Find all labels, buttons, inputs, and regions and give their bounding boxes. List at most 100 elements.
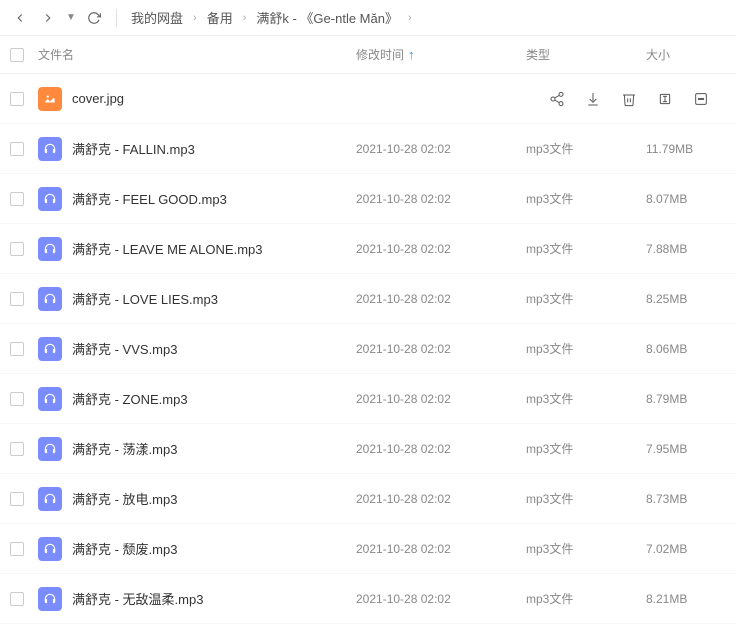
forward-button[interactable] — [36, 6, 60, 30]
file-modified: 2021-10-28 02:02 — [356, 492, 526, 506]
file-row[interactable]: 满舒克 - LOVE LIES.mp3 2021-10-28 02:02 mp3… — [0, 274, 736, 324]
row-checkbox[interactable] — [10, 242, 34, 256]
share-button[interactable] — [548, 90, 566, 108]
rename-button[interactable] — [656, 90, 674, 108]
file-size: 8.06MB — [646, 342, 726, 356]
crumb-folder2[interactable]: 满舒k - 《Ge-ntle Măn》 — [252, 6, 402, 29]
file-name: 满舒克 - LEAVE ME ALONE.mp3 — [72, 239, 262, 258]
download-button[interactable] — [584, 90, 602, 108]
sort-arrow-icon: ↑ — [408, 47, 415, 62]
mp3-file-icon — [38, 387, 62, 411]
file-modified: 2021-10-28 02:02 — [356, 392, 526, 406]
file-name: cover.jpg — [72, 91, 124, 106]
file-type: mp3文件 — [526, 140, 646, 157]
file-row[interactable]: cover.jpg — [0, 74, 736, 124]
column-header-name[interactable]: 文件名 — [34, 46, 356, 63]
mp3-file-icon — [38, 137, 62, 161]
mp3-file-icon — [38, 237, 62, 261]
file-type: mp3文件 — [526, 390, 646, 407]
file-size: 8.79MB — [646, 392, 726, 406]
file-size: 7.95MB — [646, 442, 726, 456]
back-button[interactable] — [8, 6, 32, 30]
column-header-type[interactable]: 类型 — [526, 46, 646, 63]
crumb-root[interactable]: 我的网盘 — [127, 6, 187, 29]
file-modified: 2021-10-28 02:02 — [356, 442, 526, 456]
file-type: mp3文件 — [526, 290, 646, 307]
refresh-button[interactable] — [82, 6, 106, 30]
file-type: mp3文件 — [526, 240, 646, 257]
file-type: mp3文件 — [526, 490, 646, 507]
toolbar: ▼ 我的网盘 › 备用 › 满舒k - 《Ge-ntle Măn》 › — [0, 0, 736, 36]
file-modified: 2021-10-28 02:02 — [356, 342, 526, 356]
column-header-modified-label: 修改时间 — [356, 46, 404, 63]
row-checkbox[interactable] — [10, 392, 34, 406]
file-name: 满舒克 - FEEL GOOD.mp3 — [72, 189, 227, 208]
file-size: 8.21MB — [646, 592, 726, 606]
column-header-size[interactable]: 大小 — [646, 46, 726, 63]
file-name: 满舒克 - 颓废.mp3 — [72, 539, 177, 558]
select-all-checkbox[interactable] — [10, 48, 34, 62]
file-size: 8.25MB — [646, 292, 726, 306]
crumb-folder1[interactable]: 备用 — [203, 6, 237, 29]
file-name: 满舒克 - 放电.mp3 — [72, 489, 177, 508]
row-checkbox[interactable] — [10, 492, 34, 506]
file-modified: 2021-10-28 02:02 — [356, 142, 526, 156]
file-row[interactable]: 满舒克 - FEEL GOOD.mp3 2021-10-28 02:02 mp3… — [0, 174, 736, 224]
chevron-right-icon: › — [241, 12, 249, 24]
file-modified: 2021-10-28 02:02 — [356, 192, 526, 206]
file-size: 8.07MB — [646, 192, 726, 206]
row-checkbox[interactable] — [10, 592, 34, 606]
jpg-file-icon — [38, 87, 62, 111]
chevron-right-icon: › — [191, 12, 199, 24]
row-checkbox[interactable] — [10, 542, 34, 556]
breadcrumb: 我的网盘 › 备用 › 满舒k - 《Ge-ntle Măn》 › — [127, 6, 414, 29]
file-name: 满舒克 - LOVE LIES.mp3 — [72, 289, 218, 308]
file-row[interactable]: 满舒克 - LEAVE ME ALONE.mp3 2021-10-28 02:0… — [0, 224, 736, 274]
row-checkbox[interactable] — [10, 292, 34, 306]
column-header-modified[interactable]: 修改时间 ↑ — [356, 46, 526, 63]
mp3-file-icon — [38, 287, 62, 311]
row-checkbox[interactable] — [10, 142, 34, 156]
file-type: mp3文件 — [526, 540, 646, 557]
file-name: 满舒克 - 无敌温柔.mp3 — [72, 589, 203, 608]
separator — [116, 9, 117, 27]
file-modified: 2021-10-28 02:02 — [356, 242, 526, 256]
file-name: 满舒克 - ZONE.mp3 — [72, 389, 188, 408]
mp3-file-icon — [38, 587, 62, 611]
more-button[interactable] — [692, 90, 710, 108]
file-row[interactable]: 满舒克 - 荡漾.mp3 2021-10-28 02:02 mp3文件 7.95… — [0, 424, 736, 474]
mp3-file-icon — [38, 537, 62, 561]
file-row[interactable]: 满舒克 - 放电.mp3 2021-10-28 02:02 mp3文件 8.73… — [0, 474, 736, 524]
file-row[interactable]: 满舒克 - 颓废.mp3 2021-10-28 02:02 mp3文件 7.02… — [0, 524, 736, 574]
row-checkbox[interactable] — [10, 192, 34, 206]
row-checkbox[interactable] — [10, 342, 34, 356]
file-name: 满舒克 - VVS.mp3 — [72, 339, 177, 358]
file-size: 11.79MB — [646, 142, 726, 156]
file-size: 7.02MB — [646, 542, 726, 556]
file-row[interactable]: 满舒克 - ZONE.mp3 2021-10-28 02:02 mp3文件 8.… — [0, 374, 736, 424]
row-checkbox[interactable] — [10, 92, 34, 106]
file-modified: 2021-10-28 02:02 — [356, 292, 526, 306]
file-type: mp3文件 — [526, 190, 646, 207]
file-list: cover.jpg 满舒克 - FALLIN.mp3 2021-10-28 02… — [0, 74, 736, 624]
file-type: mp3文件 — [526, 590, 646, 607]
file-name: 满舒克 - FALLIN.mp3 — [72, 139, 195, 158]
file-type: mp3文件 — [526, 440, 646, 457]
file-size: 7.88MB — [646, 242, 726, 256]
file-row[interactable]: 满舒克 - 无敌温柔.mp3 2021-10-28 02:02 mp3文件 8.… — [0, 574, 736, 624]
mp3-file-icon — [38, 437, 62, 461]
mp3-file-icon — [38, 487, 62, 511]
row-actions — [548, 90, 710, 108]
column-header-row: 文件名 修改时间 ↑ 类型 大小 — [0, 36, 736, 74]
row-checkbox[interactable] — [10, 442, 34, 456]
file-size: 8.73MB — [646, 492, 726, 506]
file-modified: 2021-10-28 02:02 — [356, 592, 526, 606]
file-row[interactable]: 满舒克 - VVS.mp3 2021-10-28 02:02 mp3文件 8.0… — [0, 324, 736, 374]
file-modified: 2021-10-28 02:02 — [356, 542, 526, 556]
dropdown-button[interactable]: ▼ — [64, 6, 78, 30]
file-type: mp3文件 — [526, 340, 646, 357]
file-name: 满舒克 - 荡漾.mp3 — [72, 439, 177, 458]
delete-button[interactable] — [620, 90, 638, 108]
mp3-file-icon — [38, 187, 62, 211]
file-row[interactable]: 满舒克 - FALLIN.mp3 2021-10-28 02:02 mp3文件 … — [0, 124, 736, 174]
